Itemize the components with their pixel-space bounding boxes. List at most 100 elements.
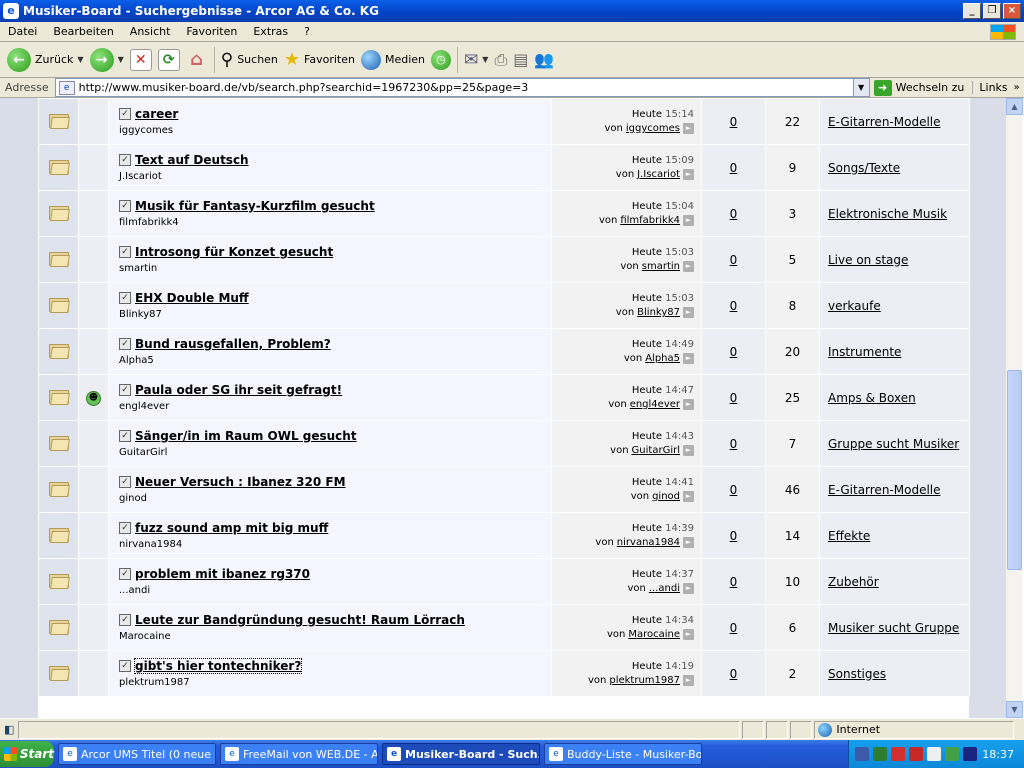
forum-link[interactable]: verkaufe [828,299,881,313]
mail-button[interactable]: ✉ ▼ [461,45,491,75]
taskbar-button[interactable]: e Musiker-Board - Such... [382,743,540,765]
goto-last-post-icon[interactable]: ► [683,583,694,594]
last-poster-link[interactable]: plektrum1987 [609,675,680,686]
thread-title-link[interactable]: career [135,107,178,121]
thread-title-link[interactable]: Leute zur Bandgründung gesucht! Raum Lör… [135,613,465,627]
last-poster-link[interactable]: engl4ever [630,399,680,410]
replies-link[interactable]: 0 [730,299,738,313]
forward-button[interactable]: → ▼ [87,45,127,75]
address-input[interactable]: e http://www.musiker-board.de/vb/search.… [54,78,870,97]
last-poster-link[interactable]: Blinky87 [637,307,680,318]
menu-bearbeiten[interactable]: Bearbeiten [45,25,121,38]
thread-author[interactable]: GuitarGirl [119,447,551,458]
network-icon[interactable] [855,747,869,761]
scroll-down-button[interactable]: ▼ [1006,701,1023,718]
thread-author[interactable]: engl4ever [119,401,551,412]
last-poster-link[interactable]: smartin [642,261,680,272]
replies-link[interactable]: 0 [730,391,738,405]
goto-last-post-icon[interactable]: ► [683,261,694,272]
back-button[interactable]: ← Zurück ▼ [4,45,87,75]
thread-title-link[interactable]: Paula oder SG ihr seit gefragt! [135,383,342,397]
taskbar-button[interactable]: e FreeMail von WEB.DE - A... [220,743,378,765]
thread-author[interactable]: iggycomes [119,125,551,136]
thread-author[interactable]: Alpha5 [119,355,551,366]
last-poster-link[interactable]: nirvana1984 [617,537,680,548]
replies-link[interactable]: 0 [730,253,738,267]
goto-last-post-icon[interactable]: ► [683,491,694,502]
go-button[interactable]: ➜ Wechseln zu [873,79,964,96]
thread-author[interactable]: plektrum1987 [119,677,551,688]
forum-link[interactable]: Sonstiges [828,667,886,681]
zonealarm-icon[interactable] [891,747,905,761]
media-button[interactable]: Medien [358,45,428,75]
settings-icon[interactable] [963,747,977,761]
stop-button[interactable]: ✕ [127,45,155,75]
favorites-button[interactable]: ★ Favoriten [281,45,358,75]
thread-author[interactable]: filmfabrikk4 [119,217,551,228]
minimize-button[interactable]: _ [963,3,981,19]
goto-last-post-icon[interactable]: ► [683,215,694,226]
menu-extras[interactable]: Extras [245,25,296,38]
last-poster-link[interactable]: ginod [652,491,680,502]
forum-link[interactable]: Musiker sucht Gruppe [828,621,959,635]
chevron-right-icon[interactable]: » [1014,82,1020,93]
menu-favoriten[interactable]: Favoriten [178,25,245,38]
refresh-button[interactable]: ⟳ [155,45,183,75]
history-button[interactable]: ◷ [428,45,454,75]
menu-datei[interactable]: Datei [0,25,45,38]
replies-link[interactable]: 0 [730,207,738,221]
close-button[interactable]: × [1003,3,1021,19]
menu-help[interactable]: ? [296,25,318,38]
print-button[interactable]: ⎙ [491,45,510,75]
thread-author[interactable]: smartin [119,263,551,274]
thread-title-link[interactable]: Neuer Versuch : Ibanez 320 FM [135,475,346,489]
scroll-thumb[interactable] [1007,370,1022,570]
taskbar-button[interactable]: e Arcor UMS Titel (0 neue ... [58,743,216,765]
last-poster-link[interactable]: GuitarGirl [632,445,680,456]
edit-button[interactable]: ▤ [510,45,531,75]
thread-author[interactable]: ...andi [119,585,551,596]
thread-author[interactable]: Blinky87 [119,309,551,320]
shield-icon[interactable] [873,747,887,761]
thread-title-link[interactable]: Text auf Deutsch [135,153,249,167]
replies-link[interactable]: 0 [730,667,738,681]
thread-title-link[interactable]: Bund rausgefallen, Problem? [135,337,331,351]
replies-link[interactable]: 0 [730,621,738,635]
vertical-scrollbar[interactable]: ▲ ▼ [1005,98,1023,718]
thread-title-link[interactable]: gibt's hier tontechniker? [133,658,303,674]
search-button[interactable]: ⚲ Suchen [218,45,281,75]
last-poster-link[interactable]: ...andi [649,583,680,594]
last-poster-link[interactable]: Marocaine [628,629,680,640]
restore-button[interactable]: ❐ [983,3,1001,19]
links-button[interactable]: Links [972,81,1008,94]
thread-title-link[interactable]: Introsong für Konzet gesucht [135,245,333,259]
last-poster-link[interactable]: filmfabrikk4 [620,215,680,226]
goto-last-post-icon[interactable]: ► [683,629,694,640]
thread-title-link[interactable]: problem mit ibanez rg370 [135,567,310,581]
thread-title-link[interactable]: Musik für Fantasy-Kurzfilm gesucht [135,199,375,213]
forum-link[interactable]: E-Gitarren-Modelle [828,115,941,129]
last-poster-link[interactable]: Alpha5 [645,353,680,364]
messenger-icon[interactable] [945,747,959,761]
taskbar-button[interactable]: e Buddy-Liste - Musiker-Bo... [544,743,702,765]
goto-last-post-icon[interactable]: ► [683,307,694,318]
forum-link[interactable]: E-Gitarren-Modelle [828,483,941,497]
home-button[interactable]: ⌂ [183,45,211,75]
last-poster-link[interactable]: iggycomes [626,123,680,134]
thread-author[interactable]: Marocaine [119,631,551,642]
forum-link[interactable]: Effekte [828,529,870,543]
thread-title-link[interactable]: EHX Double Muff [135,291,249,305]
forum-link[interactable]: Songs/Texte [828,161,900,175]
address-dropdown-button[interactable]: ▼ [852,79,869,96]
goto-last-post-icon[interactable]: ► [683,399,694,410]
replies-link[interactable]: 0 [730,437,738,451]
goto-last-post-icon[interactable]: ► [683,123,694,134]
replies-link[interactable]: 0 [730,483,738,497]
forum-link[interactable]: Elektronische Musik [828,207,947,221]
sound-icon[interactable] [927,747,941,761]
forum-link[interactable]: Zubehör [828,575,879,589]
replies-link[interactable]: 0 [730,161,738,175]
messenger-button[interactable]: 👥 [531,45,557,75]
forum-link[interactable]: Amps & Boxen [828,391,916,405]
thread-author[interactable]: nirvana1984 [119,539,551,550]
